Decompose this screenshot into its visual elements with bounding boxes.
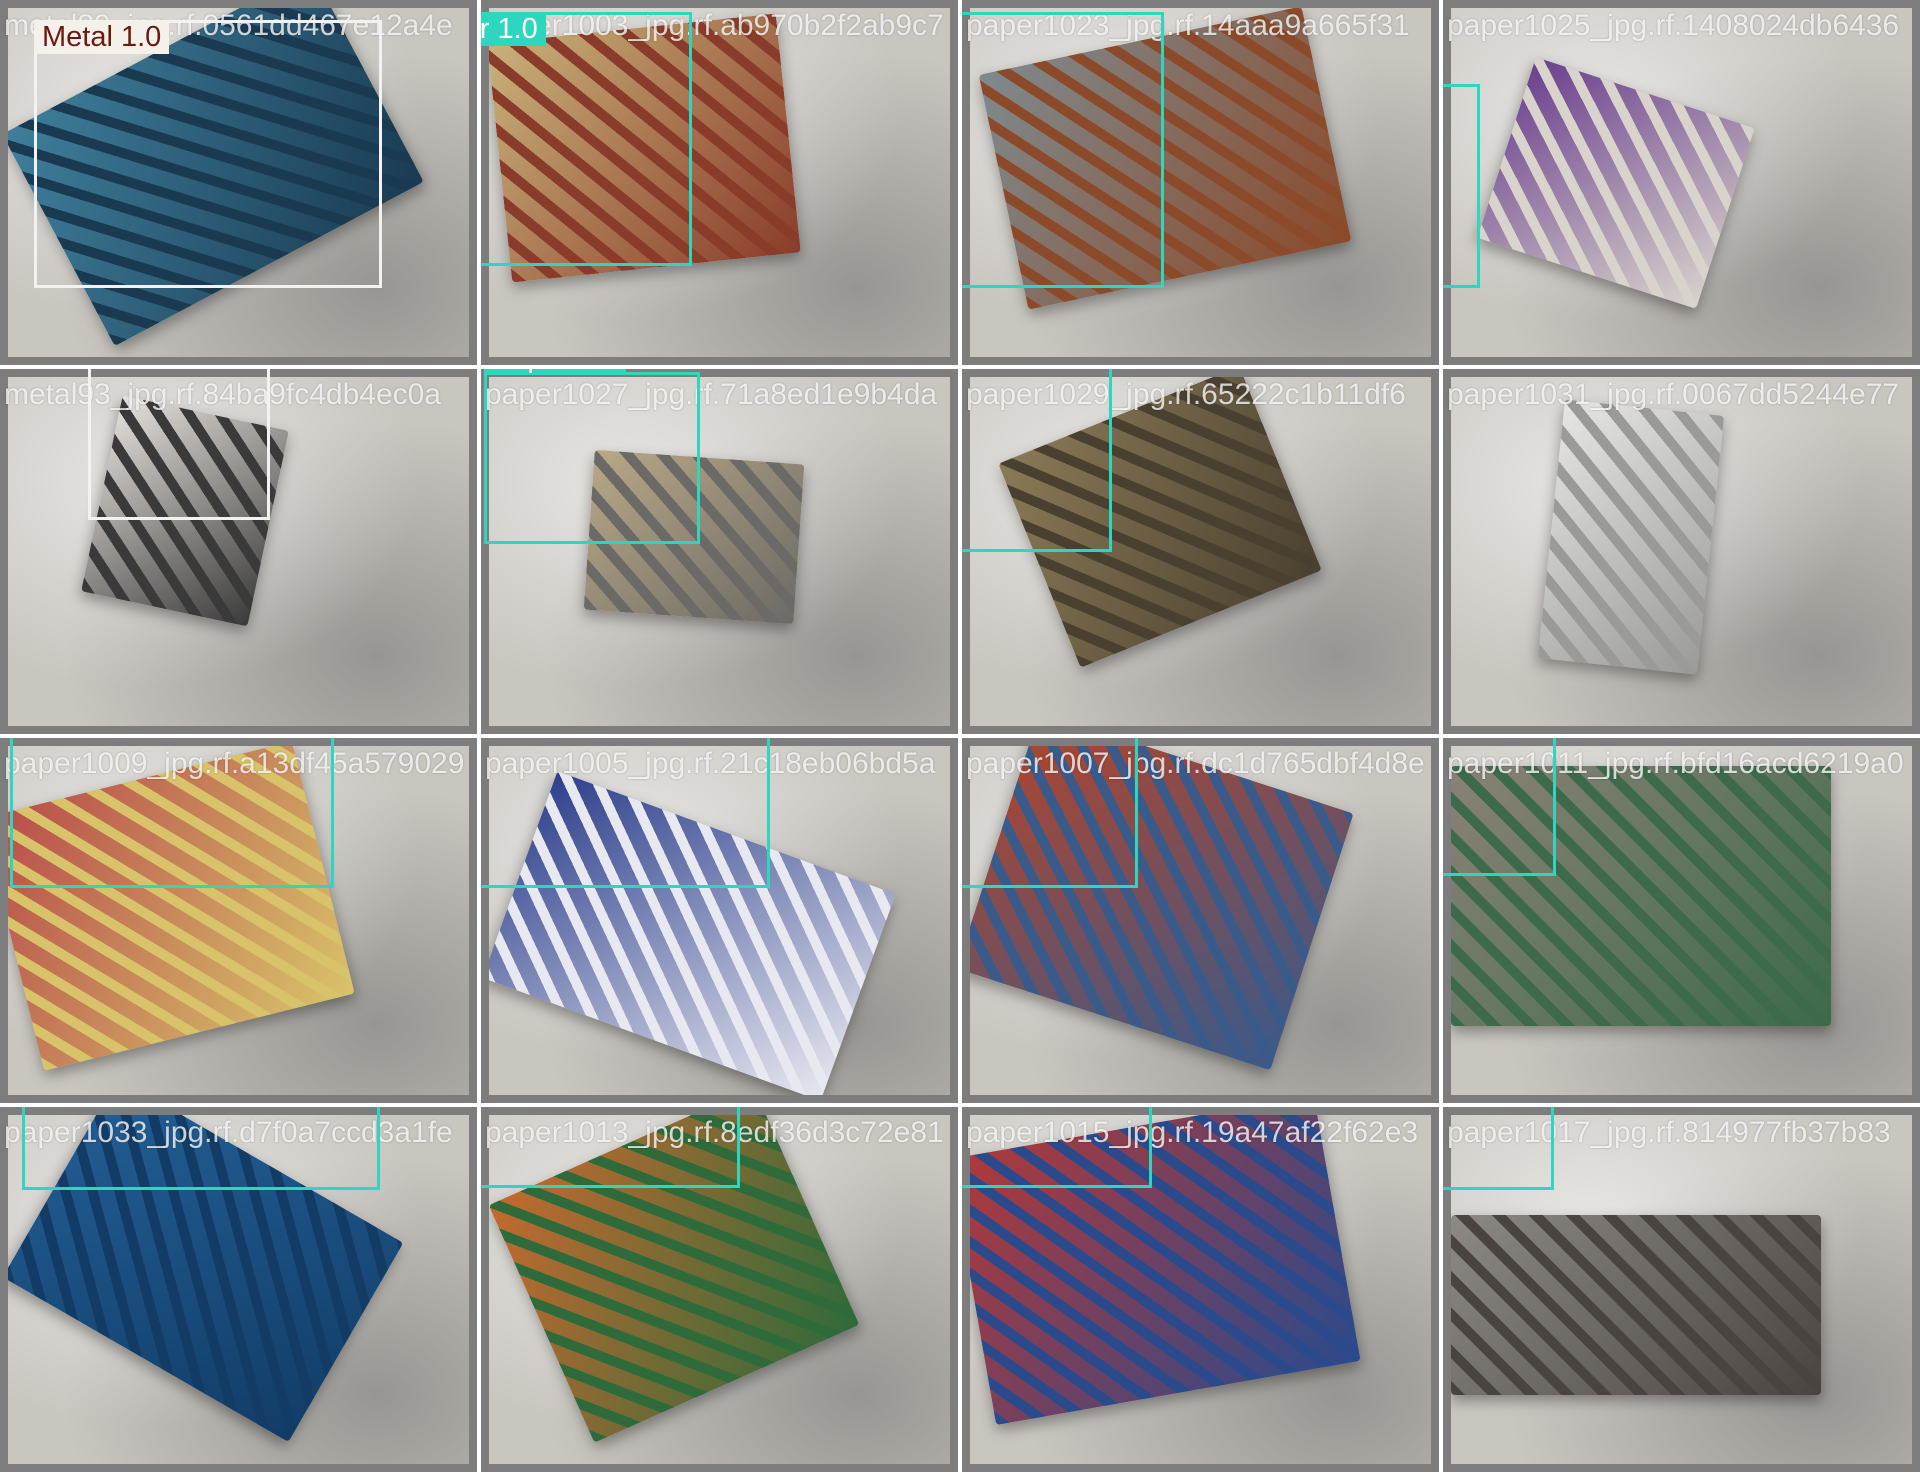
detection-tile: paper1027_jpg.rf.71a8ed1e9b4daPaper 1.0 [481, 369, 958, 734]
class-name: Paper [481, 13, 490, 45]
detection-grid: metal89_jpg.rf.0561dd467e12a4e Metal 1.0 p… [0, 0, 1920, 1472]
detection-tile: paper1033_jpg.rf.d7f0a7ccd3a1fePaper 1.0 [0, 1107, 477, 1472]
detection-tile: paper1023_jpg.rf.14aaa9a665f31Paper 1.0 [962, 0, 1439, 365]
detection-tile: metal89_jpg.rf.0561dd467e12a4e Metal 1.0 [0, 0, 477, 365]
class-name: Paper [492, 369, 569, 374]
bounding-box: Paper 1.0 [962, 369, 1112, 552]
bounding-box: Metal 1.0 [34, 20, 382, 288]
detection-tile: paper1009_jpg.rf.a13df45a579029Paper 0.9 [0, 738, 477, 1103]
bounding-box: Paper 1.0 [481, 1107, 740, 1188]
bounding-box: Paper 1.0 [484, 369, 700, 544]
class-label: Paper 1.0 [484, 369, 626, 375]
bounding-box: Paper 0.9 [1443, 1107, 1554, 1190]
confidence-score: 1.0 [577, 369, 617, 374]
detection-tile: paper1015_jpg.rf.19a47af22f62e3Paper 1.0 [962, 1107, 1439, 1472]
photo [1451, 8, 1912, 357]
bounding-box: Paper 1.0 [1443, 738, 1556, 876]
paper-object [1451, 1215, 1821, 1395]
confidence-score: 1.0 [497, 13, 538, 45]
bounding-box: Paper 1.0 [481, 738, 770, 888]
bounding-box: Metal 0.9 [88, 369, 270, 520]
class-label: Metal 1.0 [34, 20, 170, 54]
bounding-box: Paper 1.0 [22, 1107, 380, 1190]
detection-tile: paper1011_jpg.rf.bfd16acd6219a0Paper 1.0 [1443, 738, 1920, 1103]
paper-object [1537, 399, 1725, 675]
paper-object [1477, 57, 1755, 309]
detection-tile: paper1029_jpg.rf.65222c1b11df6Paper 1.0 [962, 369, 1439, 734]
photo [1451, 377, 1912, 726]
detection-tile: paper1017_jpg.rf.814977fb37b83Paper 0.9 [1443, 1107, 1920, 1472]
detection-tile: paper1031_jpg.rf.0067dd5244e77Paper 1.0 [1443, 369, 1920, 734]
confidence-score: 1.0 [120, 21, 162, 53]
bounding-box: Paper 1.0 [1443, 84, 1480, 288]
detection-tile: paper1013_jpg.rf.8edf36d3c72e81Paper 1.0 [481, 1107, 958, 1472]
bounding-box: Paper 1.0 [962, 1107, 1152, 1188]
bounding-box: Paper 1.0 [481, 12, 692, 266]
class-name: Metal [42, 21, 113, 53]
detection-tile: metal93_jpg.rf.84ba9fc4db4ec0aMetal 0.9 [0, 369, 477, 734]
detection-tile: paper1025_jpg.rf.1408024db6436Paper 1.0 [1443, 0, 1920, 365]
bounding-box: Paper 1.0 [962, 738, 1138, 888]
bounding-box: Paper 0.9 [10, 738, 334, 888]
class-label: Paper 1.0 [481, 12, 546, 46]
detection-tile: paper1003_jpg.rf.ab970b2f2ab9c7Paper 1.0 [481, 0, 958, 365]
detection-tile: paper1007_jpg.rf.dc1d765dbf4d8ePaper 1.0 [962, 738, 1439, 1103]
bounding-box: Paper 1.0 [962, 12, 1164, 288]
detection-tile: paper1005_jpg.rf.21c18eb06bd5aPaper 1.0 [481, 738, 958, 1103]
